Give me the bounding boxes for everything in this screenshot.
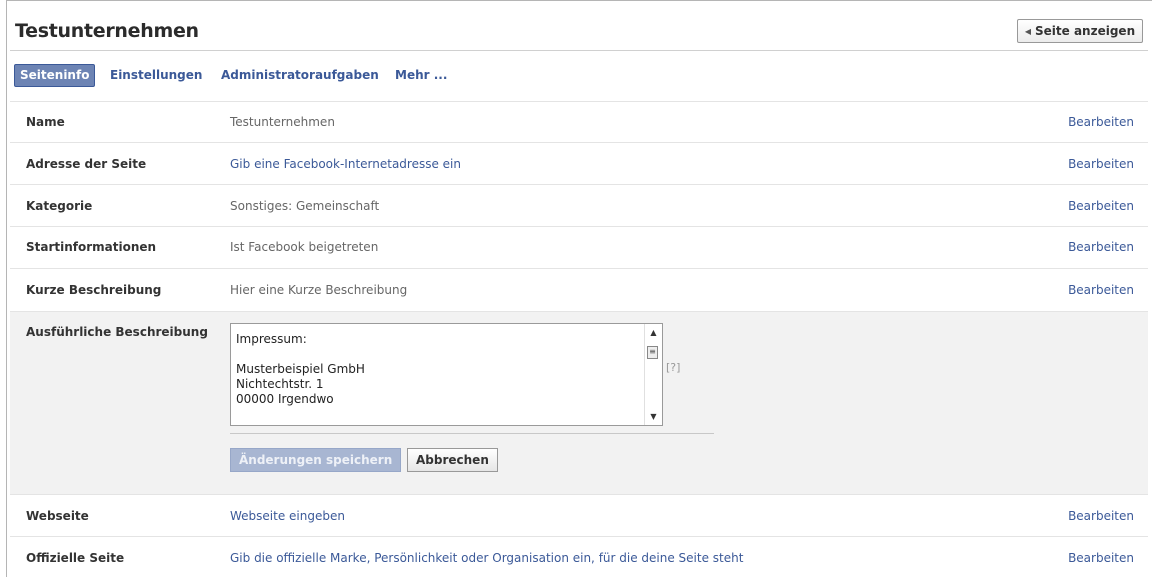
field-label-official-page: Offizielle Seite [26,551,125,565]
field-value-short-desc: Hier eine Kurze Beschreibung [230,283,408,297]
field-label-name: Name [26,115,65,129]
page-title: Testunternehmen [15,20,199,42]
editor-divider [230,433,714,434]
description-line: 00000 Irgendwo [236,392,334,406]
field-row-address: Adresse der Seite Gib eine Facebook-Inte… [10,142,1148,184]
triangle-left-icon: ◀ [1024,26,1032,36]
description-line: Musterbeispiel GmbH [236,362,365,376]
field-value-category: Sonstiges: Gemeinschaft [230,199,380,213]
scroll-up-arrow-icon[interactable]: ▲ [645,326,662,340]
edit-link-address[interactable]: Bearbeiten [1068,157,1134,171]
field-value-official-page[interactable]: Gib die offizielle Marke, Persönlichkeit… [230,551,743,565]
description-line: Nichtechtstr. 1 [236,377,324,391]
field-label-address: Adresse der Seite [26,157,147,171]
field-row-category: Kategorie Sonstiges: Gemeinschaft Bearbe… [10,184,1148,226]
edit-link-name[interactable]: Bearbeiten [1068,115,1134,129]
tab-seiteninfo[interactable]: Seiteninfo [14,64,96,87]
scroll-down-arrow-icon[interactable]: ▼ [645,410,662,424]
field-label-start-info: Startinformationen [26,240,157,254]
field-label-category: Kategorie [26,199,93,213]
field-label-long-desc: Ausführliche Beschreibung [26,325,208,339]
textarea-scrollbar[interactable]: ▲ ≡ ▼ [644,324,662,425]
save-changes-button[interactable]: Änderungen speichern [230,448,402,472]
field-value-address[interactable]: Gib eine Facebook-Internetadresse ein [230,157,461,171]
field-value-name: Testunternehmen [230,115,335,129]
title-divider [10,50,1148,51]
field-row-start-info: Startinformationen Ist Facebook beigetre… [10,226,1148,268]
edit-link-official-page[interactable]: Bearbeiten [1068,551,1134,565]
field-label-website: Webseite [26,509,89,523]
scroll-thumb[interactable]: ≡ [647,346,658,359]
edit-link-short-desc[interactable]: Bearbeiten [1068,283,1134,297]
edit-link-category[interactable]: Bearbeiten [1068,199,1134,213]
field-row-short-desc: Kurze Beschreibung Hier eine Kurze Besch… [10,268,1148,311]
tab-einstellungen[interactable]: Einstellungen [110,64,202,87]
help-link[interactable]: [?] [666,361,680,374]
field-value-website[interactable]: Webseite eingeben [230,509,345,523]
view-page-button-label: Seite anzeigen [1035,24,1136,38]
view-page-button[interactable]: ◀ Seite anzeigen [1017,19,1143,43]
tab-mehr[interactable]: Mehr ... [395,64,447,87]
window-border-left [6,0,7,577]
field-row-name: Name Testunternehmen Bearbeiten [10,101,1148,142]
edit-link-website[interactable]: Bearbeiten [1068,509,1134,523]
field-label-short-desc: Kurze Beschreibung [26,283,162,297]
tab-administratoraufgaben[interactable]: Administratoraufgaben [221,64,379,87]
description-line: Impressum: [236,332,307,346]
field-row-official-page: Offizielle Seite Gib die offizielle Mark… [10,536,1148,577]
long-description-text: Impressum: Musterbeispiel GmbH Nichtecht… [236,332,365,407]
field-row-website: Webseite Webseite eingeben Bearbeiten [10,494,1148,536]
window-border-top [6,0,1152,1]
field-value-start-info: Ist Facebook beigetreten [230,240,379,254]
description-line [236,347,365,362]
field-row-long-desc: Ausführliche Beschreibung Impressum: Mus… [10,311,1148,494]
cancel-button[interactable]: Abbrechen [407,448,498,472]
long-description-textarea[interactable]: Impressum: Musterbeispiel GmbH Nichtecht… [230,323,663,426]
edit-link-start-info[interactable]: Bearbeiten [1068,240,1134,254]
